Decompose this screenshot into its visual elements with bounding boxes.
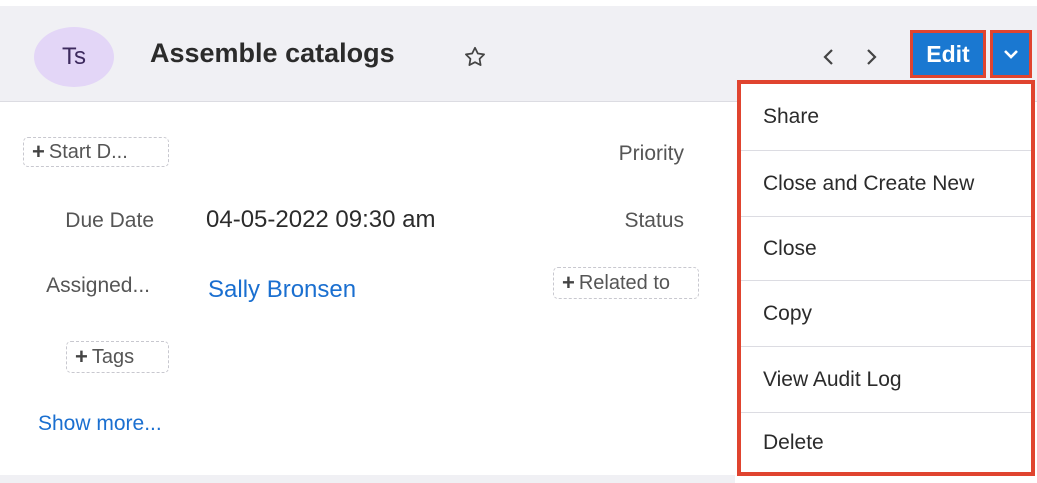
menu-item-close-and-create-new[interactable]: Close and Create New (741, 150, 1031, 216)
start-date-add-button[interactable]: + Start D... (23, 137, 169, 167)
related-to-pill-label: Related to (578, 271, 671, 294)
chevron-right-icon (867, 49, 877, 65)
tags-add-button[interactable]: + Tags (66, 341, 169, 373)
actions-dropdown-toggle[interactable] (990, 30, 1032, 78)
tags-pill-label: Tags (91, 345, 135, 368)
menu-item-view-audit-log[interactable]: View Audit Log (741, 346, 1031, 412)
assigned-user-link[interactable]: Sally Bronsen (208, 276, 356, 304)
actions-menu: Share Close and Create New Close Copy Vi… (737, 80, 1035, 476)
due-date-label: Due Date (65, 209, 154, 232)
menu-item-copy[interactable]: Copy (741, 280, 1031, 346)
star-icon[interactable] (462, 44, 488, 70)
menu-item-close[interactable]: Close (741, 216, 1031, 280)
related-to-add-button[interactable]: + Related to (553, 267, 699, 299)
avatar-initials: Ts (62, 43, 86, 70)
edit-button[interactable]: Edit (910, 30, 986, 78)
priority-label: Priority (618, 142, 684, 165)
page-title: Assemble catalogs (150, 38, 395, 68)
plus-icon: + (75, 344, 88, 369)
due-date-value: 04-05-2022 09:30 am (206, 206, 436, 233)
menu-item-share[interactable]: Share (741, 84, 1031, 150)
next-record-button[interactable] (858, 44, 884, 70)
plus-icon: + (32, 139, 45, 164)
show-more-link[interactable]: Show more... (38, 412, 162, 436)
bottom-strip (0, 475, 735, 483)
avatar: Ts (34, 27, 114, 87)
chevron-down-icon (1004, 50, 1018, 59)
status-label: Status (624, 209, 684, 232)
plus-icon: + (562, 270, 575, 295)
start-date-pill-label: Start D... (48, 140, 128, 163)
assigned-label: Assigned... (46, 274, 150, 297)
menu-item-delete[interactable]: Delete (741, 412, 1031, 472)
previous-record-button[interactable] (816, 44, 842, 70)
chevron-left-icon (823, 49, 833, 65)
